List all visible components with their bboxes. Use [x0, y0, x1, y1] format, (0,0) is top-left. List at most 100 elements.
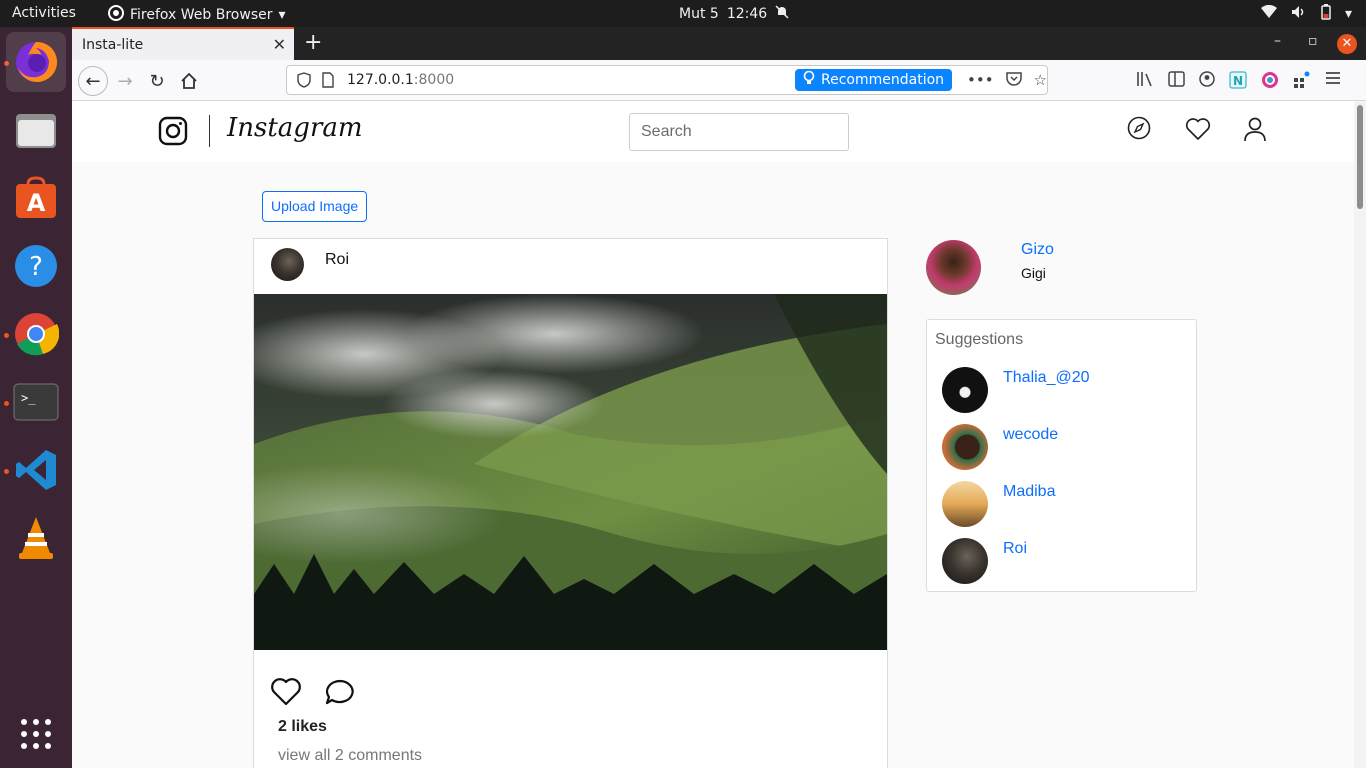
- suggestions-panel: Suggestions Thalia_@20 wecode Madiba Roi: [926, 319, 1197, 592]
- post-author-avatar[interactable]: [271, 248, 304, 281]
- suggestion-avatar[interactable]: [942, 481, 988, 527]
- wifi-icon: [1260, 4, 1277, 23]
- help-icon[interactable]: ?: [6, 236, 66, 296]
- pocket-icon[interactable]: [1005, 71, 1022, 90]
- account-icon[interactable]: [1199, 71, 1215, 93]
- tab-title: Insta-lite: [82, 36, 144, 53]
- bookmark-star-icon[interactable]: ☆: [1034, 71, 1047, 90]
- vscode-icon[interactable]: [6, 440, 66, 500]
- browser-tab-bar: Insta-lite ✕ + – ▫ ✕: [72, 27, 1366, 60]
- likes-count: 2 likes: [278, 718, 327, 735]
- new-tab-icon[interactable]: +: [304, 30, 322, 55]
- close-window-icon[interactable]: ✕: [1337, 34, 1357, 54]
- sidebar-icon[interactable]: [1168, 71, 1185, 93]
- activities-button[interactable]: Activities: [12, 5, 76, 21]
- search-input[interactable]: [629, 113, 849, 151]
- post-image[interactable]: [254, 294, 887, 650]
- svg-text:N: N: [1233, 74, 1243, 88]
- suggestion-username[interactable]: Roi: [1003, 540, 1027, 558]
- reload-icon[interactable]: ↻: [143, 67, 171, 95]
- suggestion-username[interactable]: wecode: [1003, 426, 1058, 444]
- app-menu-label: Firefox Web Browser: [130, 7, 273, 23]
- profile-user-icon[interactable]: [1243, 116, 1267, 146]
- home-icon[interactable]: [175, 67, 203, 95]
- extension-n-icon[interactable]: N: [1229, 71, 1247, 93]
- suggestion-username[interactable]: Thalia_@20: [1003, 369, 1090, 387]
- heart-icon[interactable]: [1185, 117, 1211, 145]
- app-menu[interactable]: Firefox Web Browser ▾: [108, 5, 286, 25]
- instagram-camera-icon[interactable]: [158, 116, 188, 150]
- tab-insta-lite[interactable]: Insta-lite ✕: [72, 27, 294, 60]
- battery-icon: [1321, 4, 1331, 24]
- color-picker-icon[interactable]: [1261, 71, 1279, 93]
- clock-date: Mut 5: [679, 6, 719, 22]
- recommendation-label: Recommendation: [821, 72, 945, 88]
- svg-text:?: ?: [29, 252, 43, 282]
- library-icon[interactable]: [1136, 71, 1154, 93]
- bell-muted-icon: [775, 5, 789, 23]
- firefox-icon[interactable]: [6, 32, 66, 92]
- vlc-icon[interactable]: [6, 508, 66, 568]
- forward-arrow-icon[interactable]: →: [111, 67, 139, 95]
- chrome-icon[interactable]: [6, 304, 66, 364]
- chevron-down-icon: ▾: [278, 7, 286, 23]
- logo-divider: [209, 115, 210, 147]
- system-tray[interactable]: ▾: [1260, 4, 1352, 24]
- post-author-name[interactable]: Roi: [325, 251, 349, 269]
- power-menu-icon: ▾: [1344, 6, 1352, 22]
- minimize-icon[interactable]: –: [1274, 33, 1281, 49]
- shield-icon[interactable]: [297, 72, 311, 92]
- explore-compass-icon[interactable]: [1127, 116, 1151, 144]
- suggestion-avatar[interactable]: [942, 367, 988, 413]
- suggestion-item[interactable]: Madiba: [942, 481, 1182, 527]
- hamburger-menu-icon[interactable]: [1325, 71, 1341, 93]
- page-info-icon[interactable]: [321, 72, 335, 92]
- svg-text:A: A: [27, 189, 46, 217]
- url-bar[interactable]: 127.0.0.1:8000 Recommendation ••• ☆: [286, 65, 1048, 95]
- clock[interactable]: Mut 5 12:46: [679, 5, 789, 23]
- url-text[interactable]: 127.0.0.1:8000: [347, 72, 454, 88]
- post-actions: [270, 677, 356, 711]
- current-user-avatar[interactable]: [926, 240, 981, 295]
- extensions-icon[interactable]: [1293, 71, 1311, 93]
- suggestion-username[interactable]: Madiba: [1003, 483, 1055, 501]
- firefox-small-icon: [108, 5, 124, 25]
- suggestions-title: Suggestions: [935, 331, 1024, 348]
- post-card: Roi 2 likes view all 2 comments: [253, 238, 888, 768]
- url-bar-actions: ••• ☆: [967, 71, 1047, 90]
- terminal-icon[interactable]: >_: [6, 372, 66, 432]
- close-tab-icon[interactable]: ✕: [273, 35, 286, 54]
- maximize-icon[interactable]: ▫: [1308, 33, 1318, 49]
- more-actions-icon[interactable]: •••: [967, 71, 994, 90]
- current-user-username[interactable]: Gizo: [1021, 241, 1054, 259]
- lightbulb-icon: [803, 70, 815, 90]
- suggestion-item[interactable]: Roi: [942, 538, 1182, 584]
- suggestion-item[interactable]: Thalia_@20: [942, 367, 1182, 413]
- software-icon[interactable]: A: [6, 168, 66, 228]
- url-port: :8000: [413, 72, 455, 88]
- system-top-bar: Activities Firefox Web Browser ▾ Mut 5 1…: [0, 0, 1366, 27]
- volume-icon: [1291, 5, 1307, 23]
- page-content: Instagram Upload Image Roi: [72, 101, 1354, 768]
- scrollbar-thumb[interactable]: [1357, 105, 1363, 209]
- current-user-name: Gigi: [1021, 265, 1046, 281]
- browser-toolbar-icons: N: [1136, 71, 1341, 93]
- dock: A ? >_: [0, 27, 72, 768]
- recommendation-button[interactable]: Recommendation: [795, 69, 953, 91]
- like-heart-icon[interactable]: [270, 677, 302, 711]
- browser-nav-bar: ← → ↻ 127.0.0.1:8000 Recommendation ••• …: [72, 60, 1366, 101]
- suggestion-avatar[interactable]: [942, 424, 988, 470]
- page-scrollbar[interactable]: [1354, 101, 1366, 768]
- files-icon[interactable]: [6, 100, 66, 160]
- svg-text:>_: >_: [21, 391, 36, 405]
- clock-time: 12:46: [726, 6, 768, 22]
- app-header: Instagram: [72, 101, 1354, 162]
- back-arrow-icon[interactable]: ←: [78, 66, 108, 96]
- instagram-wordmark[interactable]: Instagram: [227, 113, 363, 143]
- app-grid-icon[interactable]: [6, 704, 66, 764]
- suggestion-item[interactable]: wecode: [942, 424, 1182, 470]
- view-comments-link[interactable]: view all 2 comments: [278, 747, 422, 765]
- suggestion-avatar[interactable]: [942, 538, 988, 584]
- comment-bubble-icon[interactable]: [324, 677, 356, 711]
- upload-image-button[interactable]: Upload Image: [262, 191, 368, 222]
